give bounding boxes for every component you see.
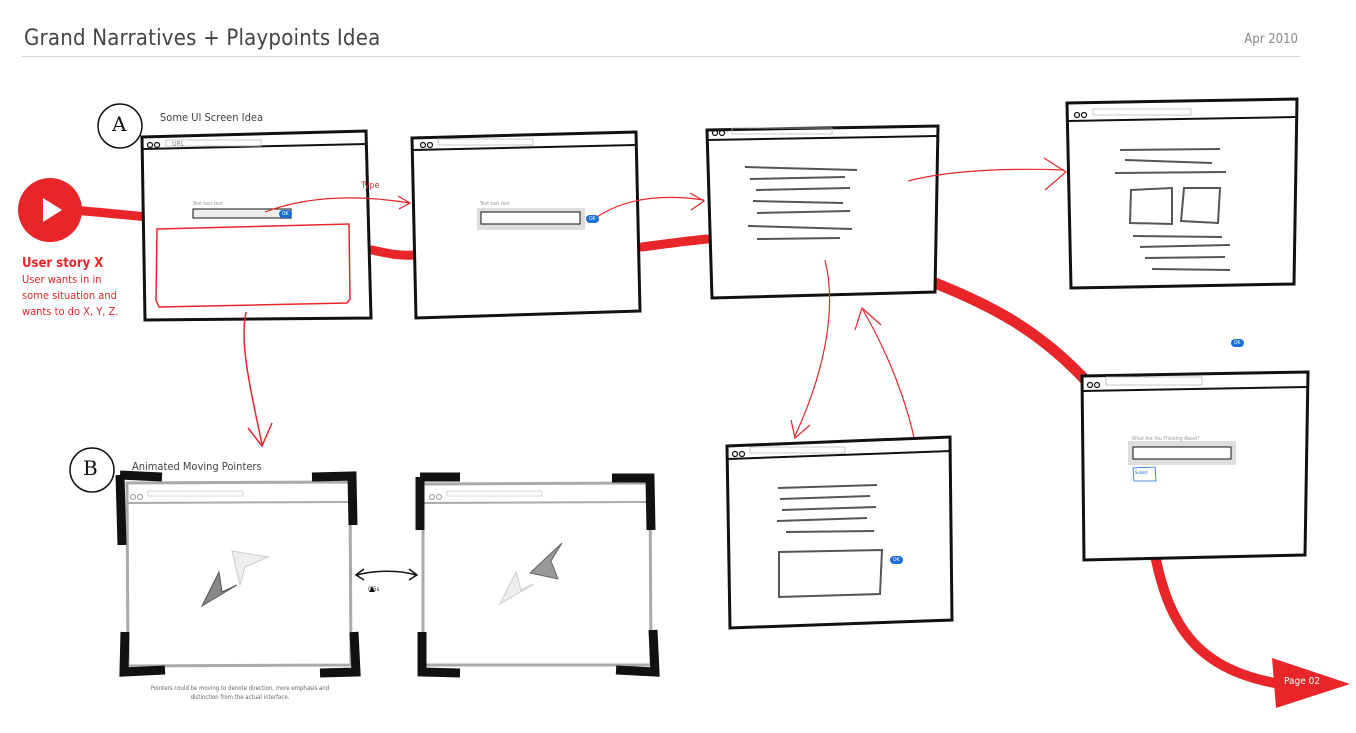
section-b-label: Animated Moving Pointers [132,460,262,473]
screen-a-field-label: Text text text [193,201,223,207]
timer-label: 0.5s [368,586,380,593]
screen-a-frame [140,129,412,448]
pointer-note: Pointers could be moving to denote direc… [150,685,330,701]
type-arrow-label: Type [361,181,380,191]
screen-a-ok-button[interactable]: OK [279,210,292,218]
marker-a: A [112,112,127,136]
section-a-label: Some UI Screen Idea [160,111,264,124]
page-date: Apr 2010 [1244,32,1298,47]
pointer-frame-1 [115,470,361,678]
user-story-line-2: some situation and [22,289,117,302]
screen-4-frame [1065,97,1299,290]
double-arrow [356,570,417,576]
floating-ok-badge[interactable]: OK [1231,339,1244,347]
user-story: User story X User wants in in some situa… [22,256,118,320]
modal-screen-frame [725,435,954,630]
flow-line-to-page02 [1150,550,1285,689]
pointer-frame-2 [415,472,660,678]
screen-2-ok-button[interactable]: OK [586,215,599,223]
modal-ok-button[interactable]: OK [890,556,903,564]
thinking-field-label: What Are You Thinking About? [1132,436,1200,442]
submit-button[interactable]: Submit [1135,470,1148,475]
screen-2-field-label: Text text text [480,201,510,207]
url-label: URL [172,140,185,148]
sketch-canvas [18,97,1350,708]
user-story-title: User story X [22,256,104,271]
screen-2-frame [410,130,706,320]
marker-b: B [83,456,98,480]
title-divider [22,56,1300,57]
flow-line-2-to-3 [637,234,713,252]
user-story-line-1: User wants in in [22,273,102,286]
page-title: Grand Narratives + Playpoints Idea [24,26,381,51]
thinking-screen-frame [1080,370,1310,562]
user-story-line-3: wants to do X, Y, Z. [22,305,119,318]
flow-line-a-to-2 [367,245,419,260]
page-02-link[interactable]: Page 02 [1284,676,1320,687]
flow-line-3-to-thinking [929,277,1096,391]
play-button[interactable] [7,180,93,242]
